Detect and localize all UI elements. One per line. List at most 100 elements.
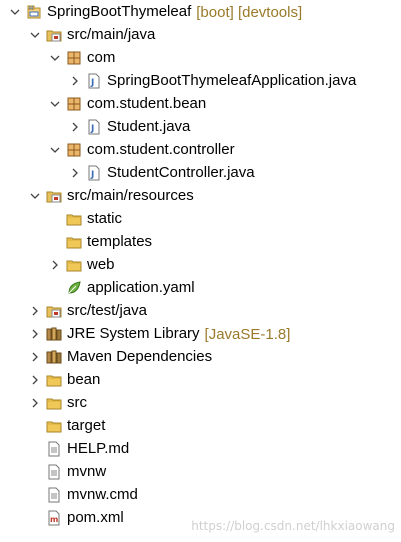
tree-item-dir-bean[interactable]: bean — [28, 369, 100, 391]
svg-text:m: m — [50, 515, 58, 524]
folder-icon — [66, 234, 82, 250]
collapse-chevron-icon[interactable] — [8, 1, 22, 23]
tree-item-label: com.student.controller — [87, 141, 235, 158]
tree-item-label: com — [87, 49, 116, 66]
toggle-spacer — [28, 438, 42, 460]
tree-item-label: src — [67, 394, 87, 411]
expand-chevron-icon[interactable] — [28, 369, 42, 391]
tree-item-pkg-com[interactable]: com — [48, 47, 115, 69]
maven-pom-icon: m — [46, 510, 62, 526]
toggle-spacer — [48, 208, 62, 230]
expand-chevron-icon[interactable] — [28, 300, 42, 322]
tree-item-maven[interactable]: Maven Dependencies — [28, 346, 212, 368]
tree-item-label: JRE System Library — [67, 325, 200, 342]
tree-item-label: templates — [87, 233, 153, 250]
toggle-spacer — [28, 507, 42, 529]
tree-item-dir-static[interactable]: static — [48, 208, 122, 230]
tree-item-label: src/main/java — [67, 26, 156, 43]
collapse-chevron-icon[interactable] — [28, 185, 42, 207]
folder-icon — [46, 395, 62, 411]
expand-chevron-icon[interactable] — [28, 392, 42, 414]
source-folder-icon — [46, 303, 62, 319]
svg-text:J: J — [90, 170, 94, 180]
text-file-icon — [46, 487, 62, 503]
expand-chevron-icon[interactable] — [68, 70, 82, 92]
tree-item-src-main-res[interactable]: src/main/resources — [28, 185, 194, 207]
collapse-chevron-icon[interactable] — [48, 47, 62, 69]
project-icon: M — [26, 4, 42, 20]
tree-item-label: com.student.bean — [87, 95, 207, 112]
collapse-chevron-icon[interactable] — [28, 24, 42, 46]
watermark: https://blog.csdn.net/lhkxiaowang — [191, 519, 395, 533]
tree-item-pkg-controller[interactable]: com.student.controller — [48, 139, 235, 161]
package-icon — [66, 50, 82, 66]
tree-item-label: web — [87, 256, 115, 273]
tree-item-src-main-java[interactable]: src/main/java — [28, 24, 155, 46]
tree-item-file-controller[interactable]: J StudentController.java — [68, 162, 255, 184]
tree-item-decoration: [JavaSE-1.8] — [204, 325, 291, 343]
tree-item-file-student[interactable]: J Student.java — [68, 116, 190, 138]
tree-item-dir-templates[interactable]: templates — [48, 231, 152, 253]
tree-item-label: SpringBootThymeleafApplication.java — [107, 72, 357, 89]
tree-item-dir-target[interactable]: target — [28, 415, 105, 437]
toggle-spacer — [28, 415, 42, 437]
expand-chevron-icon[interactable] — [68, 116, 82, 138]
tree-item-proj[interactable]: M SpringBootThymeleaf [boot] [devtools] — [8, 1, 302, 23]
toggle-spacer — [48, 231, 62, 253]
tree-item-label: pom.xml — [67, 509, 124, 526]
tree-item-jre[interactable]: JRE System Library [JavaSE-1.8] — [28, 323, 290, 345]
tree-item-decoration: [boot] [devtools] — [196, 3, 303, 21]
text-file-icon — [46, 464, 62, 480]
java-file-icon: J — [86, 119, 102, 135]
svg-text:J: J — [90, 78, 94, 88]
package-icon — [66, 142, 82, 158]
package-icon — [66, 96, 82, 112]
tree-item-label: mvnw.cmd — [67, 486, 138, 503]
tree-item-label: SpringBootThymeleaf — [47, 3, 192, 20]
library-icon — [46, 349, 62, 365]
toggle-spacer — [48, 277, 62, 299]
source-folder-icon — [46, 27, 62, 43]
expand-chevron-icon[interactable] — [28, 346, 42, 368]
tree-item-label: HELP.md — [67, 440, 130, 457]
tree-item-label: src/test/java — [67, 302, 148, 319]
java-file-icon: J — [86, 165, 102, 181]
source-folder-icon — [46, 188, 62, 204]
tree-item-pkg-bean[interactable]: com.student.bean — [48, 93, 206, 115]
tree-item-file-app[interactable]: J SpringBootThymeleafApplication.java — [68, 70, 356, 92]
expand-chevron-icon[interactable] — [48, 254, 62, 276]
tree-item-dir-src[interactable]: src — [28, 392, 87, 414]
svg-text:J: J — [90, 124, 94, 134]
folder-icon — [46, 418, 62, 434]
spring-yaml-icon — [66, 280, 82, 296]
expand-chevron-icon[interactable] — [28, 323, 42, 345]
svg-text:M: M — [29, 6, 33, 12]
collapse-chevron-icon[interactable] — [48, 93, 62, 115]
tree-item-label: Maven Dependencies — [67, 348, 213, 365]
tree-item-label: application.yaml — [87, 279, 195, 296]
expand-chevron-icon[interactable] — [68, 162, 82, 184]
toggle-spacer — [28, 461, 42, 483]
tree-item-src-test-java[interactable]: src/test/java — [28, 300, 147, 322]
tree-item-file-yaml[interactable]: application.yaml — [48, 277, 195, 299]
tree-item-file-pom[interactable]: m pom.xml — [28, 507, 124, 529]
library-icon — [46, 326, 62, 342]
folder-icon — [66, 257, 82, 273]
folder-icon — [66, 211, 82, 227]
tree-item-dir-web[interactable]: web — [48, 254, 115, 276]
tree-item-label: src/main/resources — [67, 187, 194, 204]
tree-item-label: bean — [67, 371, 101, 388]
tree-item-label: mvnw — [67, 463, 107, 480]
tree-item-label: target — [67, 417, 106, 434]
tree-item-label: static — [87, 210, 123, 227]
toggle-spacer — [28, 484, 42, 506]
java-file-icon: J — [86, 73, 102, 89]
collapse-chevron-icon[interactable] — [48, 139, 62, 161]
text-file-icon — [46, 441, 62, 457]
tree-item-label: StudentController.java — [107, 164, 255, 181]
tree-item-label: Student.java — [107, 118, 191, 135]
tree-item-file-mvnwcmd[interactable]: mvnw.cmd — [28, 484, 138, 506]
tree-item-file-mvnw[interactable]: mvnw — [28, 461, 106, 483]
folder-icon — [46, 372, 62, 388]
tree-item-file-help[interactable]: HELP.md — [28, 438, 129, 460]
